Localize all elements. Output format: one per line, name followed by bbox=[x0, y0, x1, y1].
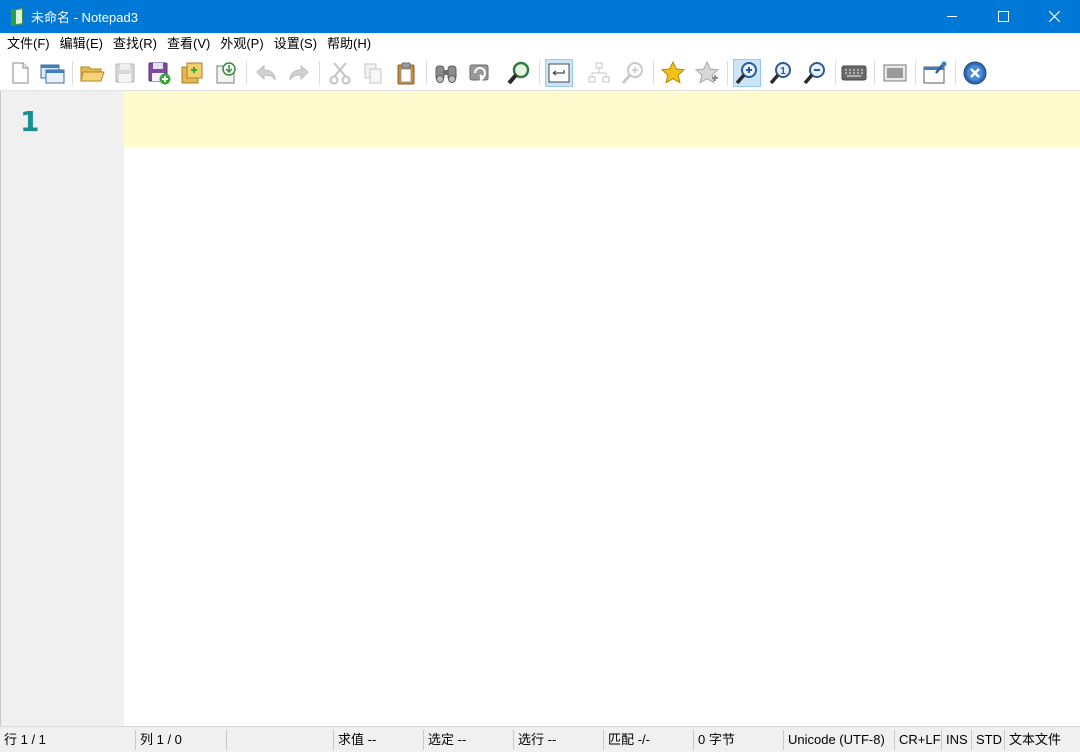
toolbar: 1 bbox=[0, 55, 1080, 91]
open-folder-icon bbox=[80, 66, 105, 82]
find-in-files-button[interactable] bbox=[619, 59, 647, 87]
exit-button[interactable] bbox=[961, 59, 989, 87]
favorite-icon bbox=[660, 60, 686, 84]
fold-button[interactable] bbox=[585, 59, 613, 87]
save-icon bbox=[115, 63, 135, 83]
browse-icon bbox=[216, 62, 236, 84]
find-in-files-icon bbox=[621, 62, 643, 84]
word-wrap-button[interactable] bbox=[545, 59, 573, 87]
status-line[interactable]: 行 1 / 1 bbox=[0, 727, 46, 752]
screen-icon bbox=[883, 64, 907, 82]
menu-settings[interactable]: 设置(S) bbox=[269, 33, 322, 55]
redo-icon bbox=[289, 64, 309, 81]
status-selection[interactable]: 选定 -- bbox=[424, 727, 466, 752]
zoom-in-icon bbox=[735, 62, 757, 85]
minimize-icon bbox=[947, 16, 957, 17]
save-button[interactable] bbox=[111, 59, 139, 87]
redo-button[interactable] bbox=[285, 59, 313, 87]
maximize-button[interactable] bbox=[978, 0, 1029, 33]
status-sum[interactable]: 求值 -- bbox=[334, 727, 376, 752]
zoom-reset-icon: 1 bbox=[769, 62, 791, 85]
find-icon bbox=[435, 65, 457, 83]
new-window-button[interactable] bbox=[38, 59, 66, 87]
notepad3-app-icon bbox=[9, 7, 25, 26]
keyboard-button[interactable] bbox=[840, 59, 868, 87]
status-mode[interactable]: STD bbox=[972, 727, 1002, 752]
status-selected-lines[interactable]: 选行 -- bbox=[514, 727, 556, 752]
status-bytes[interactable]: 0 字节 bbox=[694, 727, 735, 752]
menu-edit[interactable]: 编辑(E) bbox=[55, 33, 108, 55]
menu-view[interactable]: 查看(V) bbox=[162, 33, 215, 55]
status-eol[interactable]: CR+LF bbox=[895, 727, 941, 752]
undo-icon bbox=[256, 64, 276, 81]
pin-button[interactable] bbox=[921, 59, 949, 87]
status-column[interactable]: 列 1 / 0 bbox=[136, 727, 182, 752]
minimize-button[interactable] bbox=[927, 0, 978, 33]
line-number: 1 bbox=[20, 105, 40, 138]
copy-icon bbox=[364, 63, 382, 84]
window-title: 未命名 - Notepad3 bbox=[31, 10, 138, 25]
zoom-out-icon bbox=[803, 62, 825, 85]
menu-appearance[interactable]: 外观(P) bbox=[215, 33, 268, 55]
word-wrap-icon bbox=[548, 63, 570, 83]
add-favorite-icon bbox=[694, 60, 720, 84]
new-file-button[interactable] bbox=[6, 59, 34, 87]
current-line-highlight bbox=[124, 91, 1080, 147]
status-doc-type[interactable]: 文本文件 bbox=[1005, 727, 1061, 752]
undo-button[interactable] bbox=[252, 59, 280, 87]
screen-button[interactable] bbox=[881, 59, 909, 87]
line-number-gutter: 1 bbox=[0, 91, 124, 726]
new-file-icon bbox=[12, 62, 29, 84]
new-window-icon bbox=[40, 64, 65, 84]
zoom-in-button[interactable] bbox=[733, 59, 761, 87]
copy-button[interactable] bbox=[359, 59, 387, 87]
maximize-icon bbox=[998, 11, 1009, 22]
exit-icon bbox=[963, 61, 987, 85]
save-as-button[interactable] bbox=[145, 59, 173, 87]
add-favorite-button[interactable] bbox=[693, 59, 721, 87]
menu-help[interactable]: 帮助(H) bbox=[322, 33, 376, 55]
replace-icon bbox=[469, 64, 489, 82]
find-next-button[interactable] bbox=[505, 59, 533, 87]
menu-file[interactable]: 文件(F) bbox=[2, 33, 55, 55]
save-as-icon bbox=[148, 62, 171, 85]
find-next-icon bbox=[507, 61, 530, 85]
menu-bar: 文件(F) 编辑(E) 查找(R) 查看(V) 外观(P) 设置(S) 帮助(H… bbox=[0, 33, 1080, 55]
close-icon bbox=[1049, 11, 1060, 22]
title-bar: 未命名 - Notepad3 bbox=[0, 0, 1080, 33]
paste-button[interactable] bbox=[392, 59, 420, 87]
close-button[interactable] bbox=[1029, 0, 1080, 33]
save-copy-button[interactable] bbox=[178, 59, 206, 87]
menu-find[interactable]: 查找(R) bbox=[108, 33, 162, 55]
editor[interactable]: 1 bbox=[0, 91, 1080, 726]
status-ovr[interactable]: INS bbox=[942, 727, 968, 752]
svg-text:1: 1 bbox=[780, 66, 786, 77]
zoom-out-button[interactable] bbox=[801, 59, 829, 87]
cut-icon bbox=[329, 62, 351, 85]
cut-button[interactable] bbox=[326, 59, 354, 87]
find-button[interactable] bbox=[432, 59, 460, 87]
pin-icon bbox=[923, 61, 947, 84]
status-match[interactable]: 匹配 -/- bbox=[604, 727, 650, 752]
keyboard-icon bbox=[841, 65, 867, 81]
zoom-reset-button[interactable]: 1 bbox=[767, 59, 795, 87]
status-bar: 行 1 / 1 列 1 / 0 求值 -- 选定 -- 选行 -- 匹配 -/-… bbox=[0, 726, 1080, 752]
status-encoding[interactable]: Unicode (UTF-8) bbox=[784, 727, 885, 752]
save-copy-icon bbox=[181, 62, 203, 84]
replace-button[interactable] bbox=[466, 59, 494, 87]
open-button[interactable] bbox=[78, 59, 106, 87]
favorites-button[interactable] bbox=[659, 59, 687, 87]
paste-icon bbox=[397, 62, 415, 85]
browse-button[interactable] bbox=[212, 59, 240, 87]
fold-icon bbox=[588, 62, 610, 83]
